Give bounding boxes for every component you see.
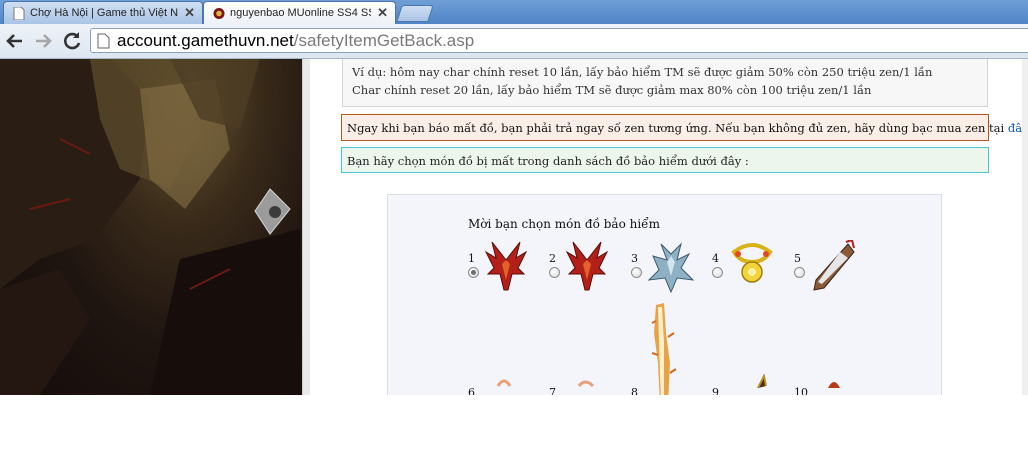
page-scrollbar[interactable] [1022, 59, 1028, 395]
select-title: Mời bạn chọn món đồ bảo hiểm [468, 217, 660, 231]
item-number: 1 [468, 252, 475, 265]
mu-logo-icon [213, 7, 225, 20]
zen-payment-alert: Ngay khi bạn báo mất đồ, bạn phải trả ng… [341, 114, 1028, 141]
forward-arrow-icon[interactable] [31, 29, 55, 53]
item-number: 7 [549, 386, 556, 395]
shield-item-icon [813, 240, 855, 291]
page-icon [97, 33, 110, 49]
item-icon [496, 379, 512, 387]
flaming-staff-icon [651, 303, 677, 395]
item-number: 3 [631, 252, 638, 265]
item-radio[interactable] [549, 267, 560, 278]
tab-nguyenbao[interactable]: nguyenbao MUonline SS4 SSc ✕ [203, 1, 396, 24]
red-wings-icon [565, 241, 609, 291]
tab-title: nguyenbao MUonline SS4 SSc [230, 7, 371, 19]
discount-example-box: Ví dụ: hôm nay char chính reset 10 lần, … [342, 59, 988, 107]
red-wings-icon [484, 241, 528, 291]
back-arrow-icon[interactable] [3, 29, 27, 53]
item-number: 5 [794, 252, 801, 265]
url-text: account.gamethuvn.net/safetyItemGetBack.… [117, 29, 474, 53]
item-radio[interactable] [712, 267, 723, 278]
tab-cho-ha-noi[interactable]: Chợ Hà Nội | Game thủ Việt N ✕ [3, 1, 203, 24]
item-number: 10 [794, 386, 808, 395]
item-number: 6 [468, 386, 475, 395]
game-background-art [0, 59, 302, 395]
item-radio[interactable] [631, 267, 642, 278]
tab-title: Chợ Hà Nội | Game thủ Việt N [30, 7, 178, 19]
instruction-text: Bạn hãy chọn món đồ bị mất trong danh sá… [347, 154, 749, 168]
tab-strip: Chợ Hà Nội | Game thủ Việt N ✕ nguyenbao… [0, 0, 1028, 24]
select-item-instruction: Bạn hãy chọn món đồ bị mất trong danh sá… [341, 147, 989, 173]
insured-items-panel: Mời bạn chọn món đồ bảo hiểm 1 2 3 4 5 6… [387, 194, 942, 395]
armored-character-art [0, 59, 302, 395]
browser-toolbar: account.gamethuvn.net/safetyItemGetBack.… [0, 24, 1028, 59]
url-path: /safetyItemGetBack.asp [293, 31, 475, 50]
content-left-border [302, 59, 310, 395]
item-icon [828, 382, 840, 388]
page-viewport: Ví dụ: hôm nay char chính reset 10 lần, … [0, 59, 1028, 395]
close-tab-icon[interactable]: ✕ [377, 2, 388, 24]
item-radio[interactable] [794, 267, 805, 278]
new-tab-button[interactable] [396, 5, 434, 22]
item-number: 4 [712, 252, 719, 265]
example-line: Ví dụ: hôm nay char chính reset 10 lần, … [352, 65, 933, 79]
reload-icon[interactable] [60, 29, 84, 53]
example-line: Char chính reset 20 lần, lấy bảo hiểm TM… [352, 83, 872, 97]
gold-pendant-icon [731, 243, 773, 283]
item-radio[interactable] [468, 267, 479, 278]
address-bar[interactable]: account.gamethuvn.net/safetyItemGetBack.… [90, 28, 1028, 53]
item-number: 9 [712, 386, 719, 395]
item-icon [757, 374, 767, 389]
blue-wings-icon [647, 242, 695, 294]
alert-text: Ngay khi bạn báo mất đồ, bạn phải trả ng… [347, 121, 1005, 135]
item-number: 2 [549, 252, 556, 265]
page-icon [13, 7, 25, 20]
url-host: account.gamethuvn.net [117, 31, 294, 50]
item-icon [577, 380, 595, 388]
item-number: 8 [631, 386, 638, 395]
close-tab-icon[interactable]: ✕ [184, 2, 195, 24]
alert-message: Ngay khi bạn báo mất đồ, bạn phải trả ng… [347, 121, 1028, 135]
